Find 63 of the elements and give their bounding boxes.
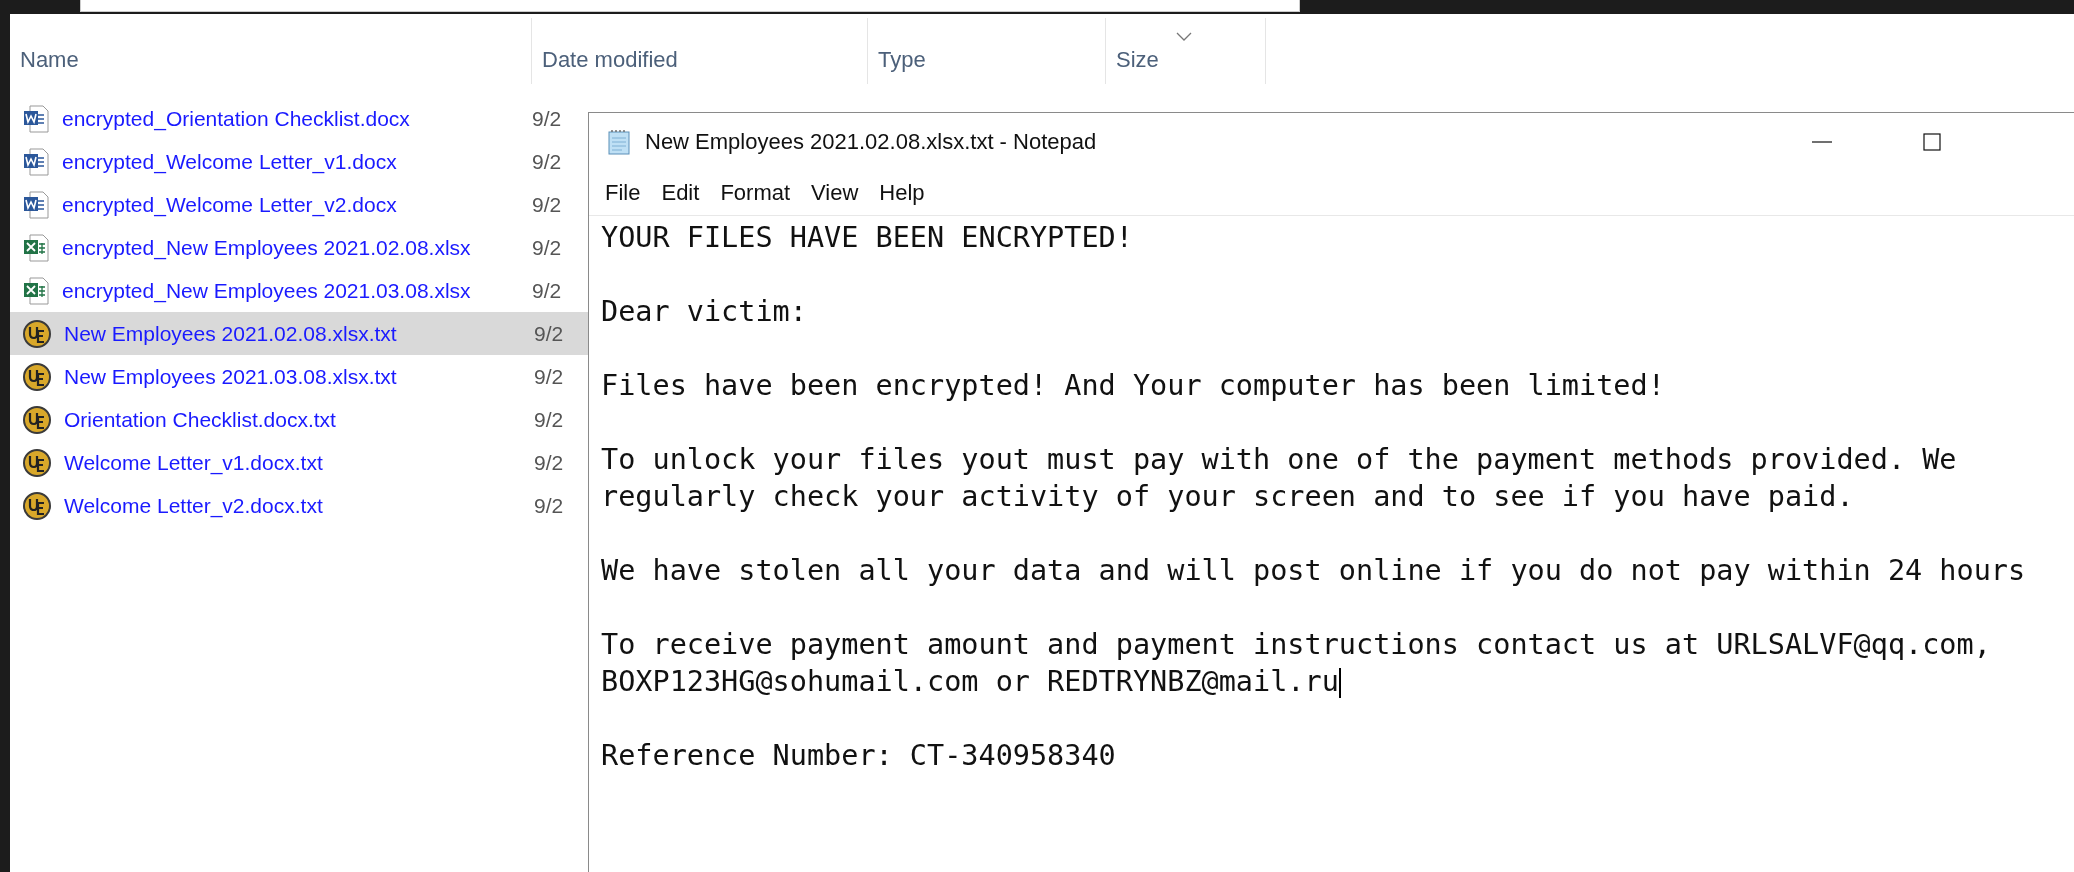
address-bar[interactable]: [80, 0, 1300, 12]
file-date: 9/2: [534, 450, 564, 475]
text-line: YOUR FILES HAVE BEEN ENCRYPTED!: [601, 221, 1133, 254]
file-name: encrypted_New Employees 2021.02.08.xlsx: [62, 235, 472, 260]
text-file-icon: [22, 404, 52, 435]
text-line: regularly check your activity of your screen and to see if you have paid.: [601, 480, 1854, 513]
text-line: Reference Number: CT-340958340: [601, 739, 1116, 772]
file-date: 9/2: [534, 493, 564, 518]
file-date: 9/2: [534, 407, 564, 432]
text-line: Dear victim:: [601, 295, 807, 328]
file-row[interactable]: encrypted_New Employees 2021.03.08.xlsx 9/2: [10, 269, 588, 312]
word-document-icon: [22, 146, 50, 177]
file-name: encrypted_Welcome Letter_v2.docx: [62, 192, 398, 217]
word-document-icon: [22, 103, 50, 134]
file-date: 9/2: [532, 235, 562, 260]
file-row[interactable]: encrypted_New Employees 2021.02.08.xlsx 9/2: [10, 226, 588, 269]
menu-item[interactable]: Help: [879, 180, 925, 206]
column-header[interactable]: Date modified: [532, 18, 868, 84]
spreadsheet-icon: [22, 232, 50, 263]
file-name: encrypted_Orientation Checklist.docx: [62, 106, 411, 131]
file-name: Orientation Checklist.docx.txt: [64, 407, 337, 432]
file-row[interactable]: Welcome Letter_v2.docx.txt 9/2: [10, 484, 588, 527]
file-name: encrypted_New Employees 2021.03.08.xlsx: [62, 278, 472, 303]
notepad-icon: [607, 129, 631, 155]
minimize-icon: [1812, 141, 1832, 143]
word-document-icon: [22, 189, 50, 220]
column-header[interactable]: Type: [868, 18, 1106, 84]
file-date: 9/2: [532, 149, 562, 174]
window-title: New Employees 2021.02.08.xlsx.txt - Notepad: [645, 129, 1098, 155]
column-header[interactable]: Name: [10, 18, 532, 84]
file-row[interactable]: encrypted_Welcome Letter_v2.docx 9/2: [10, 183, 588, 226]
file-name: New Employees 2021.03.08.xlsx.txt: [64, 364, 398, 389]
maximize-icon: [1923, 133, 1941, 151]
menu-item[interactable]: Edit: [661, 180, 700, 206]
text-line: BOXP123HG@sohumail.com or REDTRYNBZ@mail.ru: [601, 665, 1339, 698]
menu-item[interactable]: Format: [720, 180, 791, 206]
file-name: New Employees 2021.02.08.xlsx.txt: [64, 321, 398, 346]
text-line: To receive payment amount and payment instructions contact us at URLSALVF@qq.com,: [601, 628, 1991, 661]
file-date: 9/2: [534, 364, 564, 389]
menu-item[interactable]: View: [811, 180, 859, 206]
column-header[interactable]: Size: [1106, 18, 1266, 84]
text-line: Files have been encrypted! And Your computer has been limited!: [601, 369, 1665, 402]
file-date: 9/2: [532, 278, 562, 303]
text-file-icon: [22, 361, 52, 392]
menu-item[interactable]: File: [605, 180, 641, 206]
text-file-icon: [22, 318, 52, 349]
text-line: We have stolen all your data and will post online if you do not pay within 24 hours: [601, 554, 2026, 587]
file-date: 9/2: [532, 106, 562, 131]
file-row[interactable]: New Employees 2021.02.08.xlsx.txt 9/2: [10, 312, 588, 355]
text-file-icon: [22, 490, 52, 521]
file-name: Welcome Letter_v1.docx.txt: [64, 450, 324, 475]
file-name: Welcome Letter_v2.docx.txt: [64, 493, 324, 518]
file-row[interactable]: encrypted_Welcome Letter_v1.docx 9/2: [10, 140, 588, 183]
file-date: 9/2: [534, 321, 564, 346]
file-row[interactable]: Welcome Letter_v1.docx.txt 9/2: [10, 441, 588, 484]
file-name: encrypted_Welcome Letter_v1.docx: [62, 149, 398, 174]
text-line: To unlock your files yout must pay with one of the payment methods provided. We: [601, 443, 1957, 476]
file-row[interactable]: encrypted_Orientation Checklist.docx 9/2: [10, 97, 588, 140]
file-row[interactable]: Orientation Checklist.docx.txt 9/2: [10, 398, 588, 441]
file-row[interactable]: New Employees 2021.03.08.xlsx.txt 9/2: [10, 355, 588, 398]
text-file-icon: [22, 447, 52, 478]
file-date: 9/2: [532, 192, 562, 217]
spreadsheet-icon: [22, 275, 50, 306]
